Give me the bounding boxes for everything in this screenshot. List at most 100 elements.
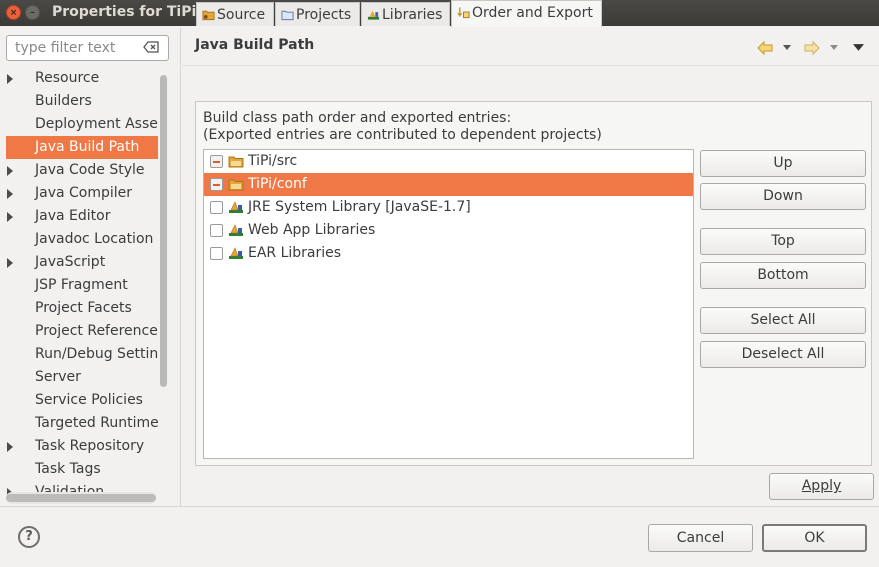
top-button[interactable]: Top — [700, 228, 866, 255]
library-icon — [229, 247, 243, 259]
ok-button[interactable]: OK — [762, 524, 867, 552]
tree-item-label: Project References — [35, 323, 158, 339]
tree-item[interactable]: Java Build Path — [6, 136, 158, 159]
expand-arrow-icon[interactable] — [7, 258, 13, 268]
export-checkbox[interactable] — [210, 224, 223, 237]
export-checkbox[interactable] — [210, 247, 223, 260]
tree-item[interactable]: Server — [0, 366, 158, 389]
tree-item[interactable]: JSP Fragment — [0, 274, 158, 297]
tree-item[interactable]: Run/Debug Settings — [0, 343, 158, 366]
tree-item[interactable]: Builders — [0, 90, 158, 113]
tree-item[interactable]: Service Policies — [0, 389, 158, 412]
tree-item[interactable]: Project References — [0, 320, 158, 343]
classpath-entry-row[interactable]: EAR Libraries — [204, 242, 693, 265]
tree-item-label: JSP Fragment — [35, 277, 128, 293]
tree-item-label: Service Policies — [35, 392, 143, 408]
classpath-entry-list[interactable]: TiPi/src TiPi/conf JRE System Library [Jav… — [203, 149, 694, 459]
apply-button[interactable]: Apply — [769, 473, 874, 500]
entry-label: EAR Libraries — [248, 245, 342, 261]
source-folder-icon — [202, 10, 215, 21]
tab-source[interactable]: Source — [196, 2, 274, 26]
classpath-entry-row[interactable]: Web App Libraries — [204, 219, 693, 242]
library-icon — [229, 201, 243, 213]
tab-label: Order and Export — [472, 5, 593, 21]
cancel-button[interactable]: Cancel — [648, 524, 753, 552]
tree-item[interactable]: Task Tags — [0, 458, 158, 481]
project-folder-icon — [281, 10, 294, 21]
tree-item-label: Targeted Runtimes — [35, 415, 158, 431]
tree-item[interactable]: Project Facets — [0, 297, 158, 320]
deselect-all-button[interactable]: Deselect All — [700, 341, 866, 368]
tree-item-label: Run/Debug Settings — [35, 346, 158, 362]
tab-label: Libraries — [382, 7, 443, 23]
back-dropdown-icon[interactable] — [783, 44, 791, 52]
classpath-entry-row[interactable]: TiPi/src — [204, 150, 693, 173]
expand-arrow-icon[interactable] — [7, 442, 13, 452]
description-line: (Exported entries are contributed to dep… — [203, 127, 602, 143]
minimize-window-button[interactable]: – — [25, 5, 40, 20]
select-all-button[interactable]: Select All — [700, 307, 866, 334]
order-export-description: Build class path order and exported entr… — [203, 110, 602, 144]
tree-item[interactable]: Resource — [0, 67, 158, 90]
tab-label: Source — [217, 7, 266, 23]
help-icon[interactable]: ? — [18, 526, 40, 548]
tree-item[interactable]: Deployment Assembly — [0, 113, 158, 136]
tab-order-and-export[interactable]: Order and Export — [451, 0, 602, 27]
tree-item-label: Server — [35, 369, 81, 385]
tree-item-label: Task Tags — [35, 461, 101, 477]
tree-item[interactable]: Targeted Runtimes — [0, 412, 158, 435]
scrollbar-thumb[interactable] — [160, 75, 167, 387]
description-line: Build class path order and exported entr… — [203, 110, 512, 126]
tab-libraries[interactable]: Libraries — [361, 2, 450, 26]
scrollbar-thumb[interactable] — [6, 494, 156, 502]
expand-arrow-icon[interactable] — [7, 166, 13, 176]
header-separator — [182, 65, 879, 66]
tree-item[interactable]: JavaScript — [0, 251, 158, 274]
tree-item-label: Task Repository — [35, 438, 145, 454]
back-arrow-icon[interactable] — [757, 40, 773, 56]
bottom-button[interactable]: Bottom — [700, 262, 866, 289]
classpath-entry-row[interactable]: TiPi/conf — [204, 173, 693, 196]
footer-separator — [0, 506, 879, 507]
entry-label: TiPi/conf — [248, 176, 307, 192]
tree-horizontal-scrollbar[interactable] — [6, 492, 156, 504]
entry-label: TiPi/src — [248, 153, 298, 169]
export-checkbox[interactable] — [210, 155, 223, 168]
page-title: Java Build Path — [195, 37, 315, 53]
tree-item-label: Java Editor — [35, 208, 111, 224]
forward-dropdown-icon[interactable] — [830, 44, 838, 52]
expand-arrow-icon[interactable] — [7, 189, 13, 199]
view-menu-icon[interactable] — [853, 43, 864, 53]
entry-label: JRE System Library [JavaSE-1.7] — [248, 199, 471, 215]
close-window-button[interactable]: × — [6, 5, 21, 20]
tree-item-label: Deployment Assembly — [35, 116, 158, 132]
tree-vertical-scrollbar[interactable] — [159, 67, 169, 490]
tree-item[interactable]: Java Editor — [0, 205, 158, 228]
tree-item[interactable]: Java Code Style — [0, 159, 158, 182]
forward-arrow-icon[interactable] — [804, 40, 820, 56]
tree-item-label: Builders — [35, 93, 92, 109]
sash-divider[interactable] — [180, 28, 181, 506]
export-checkbox[interactable] — [210, 201, 223, 214]
tab-projects[interactable]: Projects — [275, 2, 360, 26]
tree-item[interactable]: Javadoc Location — [0, 228, 158, 251]
export-checkbox[interactable] — [210, 178, 223, 191]
tree-item-label: Javadoc Location — [35, 231, 154, 247]
up-button[interactable]: Up — [700, 150, 866, 177]
library-icon — [367, 10, 380, 20]
tree-item[interactable]: Java Compiler — [0, 182, 158, 205]
source-folder-icon — [228, 156, 244, 168]
property-page-tree[interactable]: Resource Builders Deployment Assembly Java … — [0, 67, 172, 505]
window-title: Properties for TiPi — [52, 4, 197, 20]
down-button[interactable]: Down — [700, 183, 866, 210]
classpath-entry-row[interactable]: JRE System Library [JavaSE-1.7] — [204, 196, 693, 219]
tab-label: Projects — [296, 7, 352, 23]
clear-filter-icon[interactable] — [143, 41, 159, 53]
filter-input[interactable] — [13, 39, 142, 57]
filter-field[interactable] — [6, 35, 169, 61]
expand-arrow-icon[interactable] — [7, 74, 13, 84]
source-folder-icon — [228, 179, 244, 191]
tree-item-label: Project Facets — [35, 300, 132, 316]
tree-item[interactable]: Task Repository — [0, 435, 158, 458]
expand-arrow-icon[interactable] — [7, 212, 13, 222]
